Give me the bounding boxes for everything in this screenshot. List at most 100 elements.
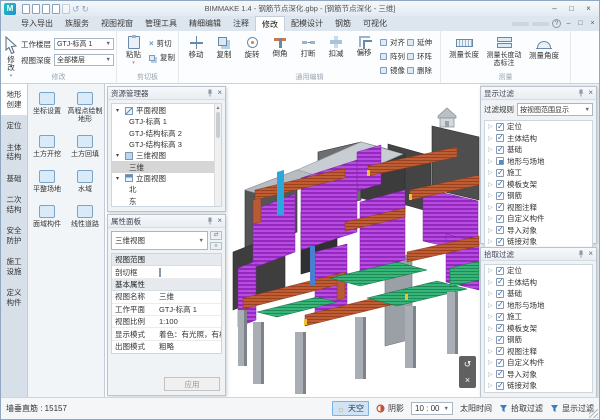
expand-icon[interactable]: ▷ [488,146,493,153]
filter-item[interactable]: ▷基础 [485,288,592,300]
maximize-button[interactable]: □ [564,1,579,16]
filter-item[interactable]: ▷钢筋 [485,190,592,202]
scroll-up-icon[interactable]: ▲ [215,104,221,111]
filter-item[interactable]: ▷模板支架 [485,323,592,335]
filter-item[interactable]: ▷基础 [485,144,592,156]
filter-item[interactable]: ▷视图注释 [485,202,592,214]
expand-icon[interactable]: ▷ [488,192,493,199]
checkbox[interactable] [496,313,504,321]
expand-icon[interactable]: ▷ [488,382,493,389]
linear-road-tool[interactable]: 线性道路 [66,205,104,229]
close-button[interactable]: × [581,1,596,16]
tree-node-elevation-views[interactable]: ▾立面视图 [112,173,221,184]
print-icon[interactable] [62,4,70,14]
help-icon[interactable]: ? [552,19,561,28]
shadow-toggle-button[interactable]: 阴影 [376,403,404,414]
filter-item[interactable]: ▷自定义构件 [485,213,592,225]
sidebar-tab-foundation[interactable]: 基础 [1,168,27,190]
filter-item[interactable]: ▷主体结构 [485,277,592,289]
sidebar-tab-custom-component[interactable]: 定义构件 [1,282,27,313]
subtract-button[interactable]: 扣减 [322,33,350,58]
work-floor-select[interactable]: GTJ-标高 1▼ [54,38,114,50]
checkbox[interactable] [496,267,504,275]
filter-item[interactable]: ▷自定义构件 [485,357,592,369]
close-toolbar-icon[interactable]: × [465,375,470,385]
expand-icon[interactable]: ▷ [488,302,493,309]
tab-family-service[interactable]: 族服务 [59,16,95,31]
filter-item[interactable]: ▷主体结构 [485,133,592,145]
close-icon[interactable]: × [217,89,222,97]
checkbox[interactable] [496,157,504,165]
sidebar-tab-secondary-structure[interactable]: 二次结构 [1,189,27,220]
filter-item[interactable]: ▷模板支架 [485,179,592,191]
cut-button[interactable]: ×剪切 [149,38,175,49]
checkbox[interactable] [496,278,504,286]
expand-icon[interactable]: ▷ [488,348,493,355]
tree-node-east[interactable]: 东 [112,195,221,206]
filter-item[interactable]: ▷定位 [485,121,592,133]
tree-node-plan-views[interactable]: ▾平面视图 [112,105,221,116]
expand-icon[interactable]: ▷ [488,267,493,274]
expand-icon[interactable]: ▷ [488,227,493,234]
filter-item[interactable]: ▷施工 [485,167,592,179]
measure-length-button[interactable]: 测量长度 [444,33,484,59]
expand-icon[interactable]: ▷ [488,359,493,366]
expand-icon[interactable]: ▷ [488,371,493,378]
tab-manage-tools[interactable]: 管理工具 [139,16,183,31]
level-site-tool[interactable]: 平整场地 [28,170,66,194]
expand-icon[interactable]: ▷ [488,158,493,165]
offset-button[interactable]: 偏移 [350,33,378,57]
filter-item[interactable]: ▷钢筋 [485,334,592,346]
area-component-tool[interactable]: 面域构件 [28,205,66,229]
align-button[interactable]: 对齐 [380,37,405,48]
array-button[interactable]: 阵列 [380,51,405,62]
tab-annotate[interactable]: 注释 [227,16,255,31]
sidebar-tab-main-structure[interactable]: 主体结构 [1,137,27,168]
clip-box-checkbox[interactable] [159,268,161,277]
pin-icon[interactable] [206,89,214,97]
save-as-icon[interactable] [52,4,60,14]
move-button[interactable]: 移动 [182,33,210,59]
checkbox[interactable] [496,123,504,131]
sidebar-tab-site-facility[interactable]: 施工设施 [1,251,27,282]
minimize-button[interactable]: – [547,1,562,16]
expand-icon[interactable]: ▷ [488,279,493,286]
filter-item[interactable]: ▷链接对象 [485,380,592,392]
doc-minimize-button[interactable]: – [564,20,573,27]
backfill-tool[interactable]: 土方回填 [66,135,104,159]
tab-rebar[interactable]: 钢筋 [329,16,357,31]
tab-modify[interactable]: 修改 [255,16,285,31]
expand-icon[interactable]: ▾ [116,152,122,159]
open-file-icon[interactable] [32,4,40,14]
checkbox[interactable] [496,324,504,332]
filter-item[interactable]: ▷施工 [485,311,592,323]
sidebar-tab-positioning[interactable]: 定位 [1,115,27,137]
measure-angle-button[interactable]: 测量角度 [524,33,564,60]
checkbox[interactable] [496,359,504,367]
reset-view-icon[interactable]: ↺ [464,359,472,369]
secondary-link-placeholder[interactable] [532,22,549,26]
pick-filter-toggle[interactable]: 拾取过滤 [499,403,543,414]
type-list-button[interactable]: ≡ [210,242,222,251]
coordinate-setting-tool[interactable]: 坐标设置 [28,92,66,124]
sun-time-select[interactable]: 10 : 00▼ [411,402,453,415]
apply-button[interactable]: 应用 [164,377,220,391]
extend-button[interactable]: 延伸 [407,37,432,48]
tree-scrollbar[interactable]: ▲ [214,104,221,206]
filter-item[interactable]: ▷视图注释 [485,346,592,358]
tree-node-level3[interactable]: GTJ-结构标高 3 [112,139,221,150]
expand-icon[interactable]: ▷ [488,215,493,222]
checkbox[interactable] [496,203,504,211]
expand-icon[interactable]: ▷ [488,135,493,142]
checkbox[interactable] [496,169,504,177]
filter-item[interactable]: ▷地形与场地 [485,156,592,168]
tree-node-level2[interactable]: GTJ-结构标高 2 [112,128,221,139]
expand-icon[interactable]: ▷ [488,169,493,176]
close-icon[interactable]: × [588,89,593,97]
tab-visualization[interactable]: 可视化 [357,16,393,31]
scrollbar-thumb[interactable] [216,112,220,138]
checkbox[interactable] [496,347,504,355]
rotate-button[interactable]: 旋转 [238,33,266,59]
ring-array-button[interactable]: 环阵 [407,51,432,62]
water-area-tool[interactable]: 水域 [66,170,104,194]
